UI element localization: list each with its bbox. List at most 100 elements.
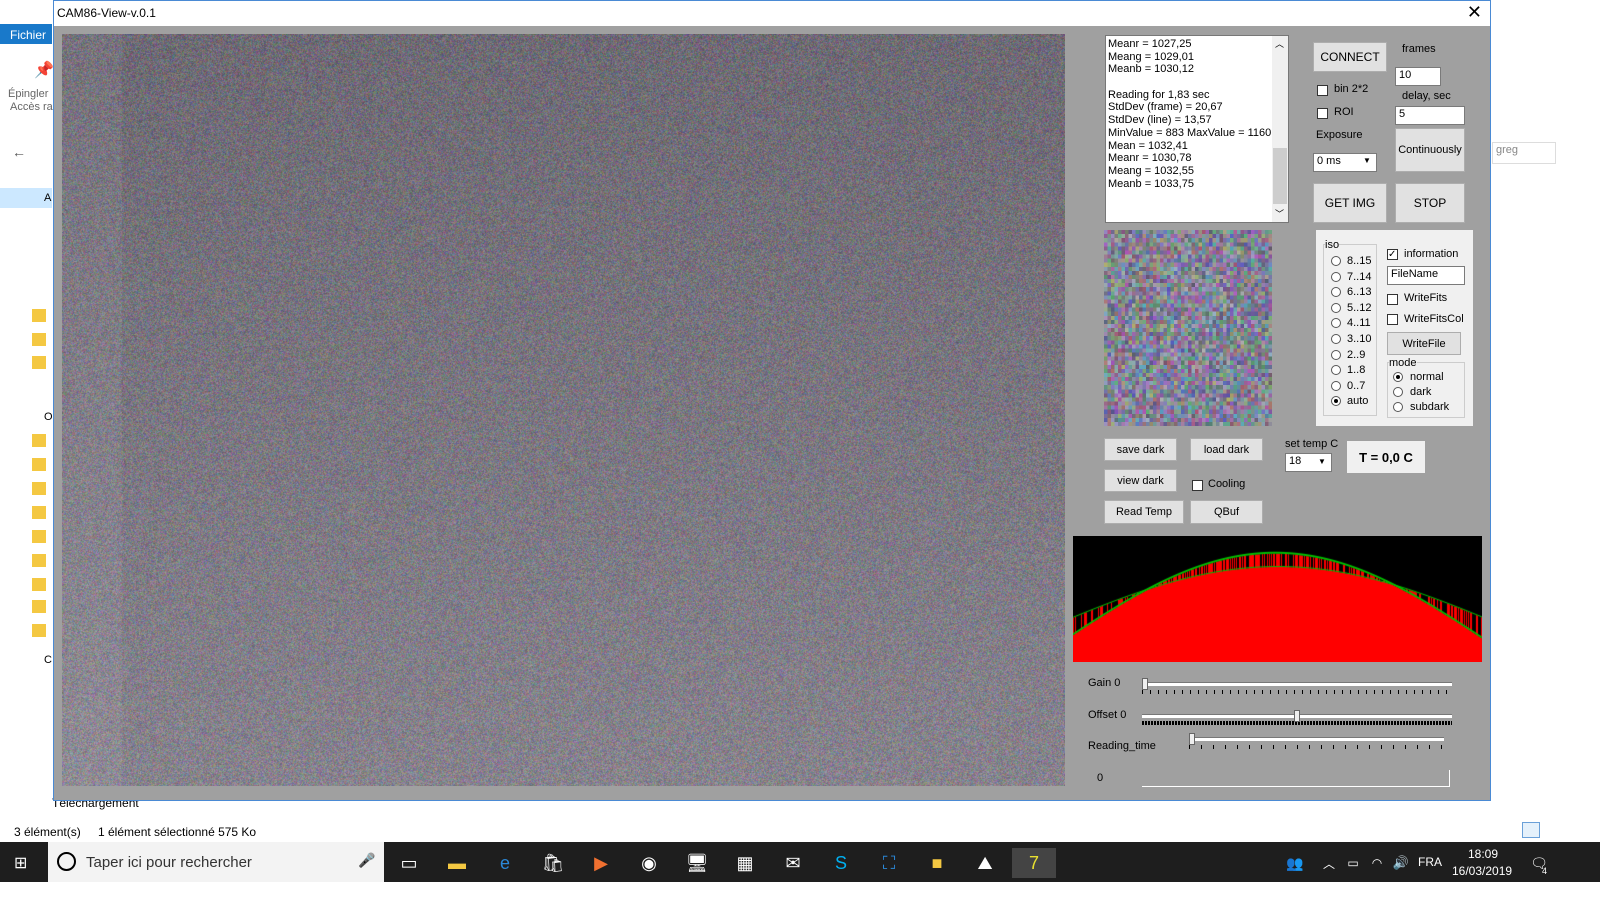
view-dark-button[interactable]: view dark bbox=[1104, 469, 1177, 492]
gain-slider-thumb[interactable] bbox=[1142, 678, 1148, 690]
store-icon[interactable]: 🛍 bbox=[538, 848, 568, 878]
reading-time-slider[interactable] bbox=[1189, 737, 1444, 741]
log-textbox[interactable]: Meanr = 1027,25 Meang = 1029,01 Meanb = 10… bbox=[1105, 35, 1289, 223]
offset-slider-thumb[interactable] bbox=[1294, 710, 1300, 722]
calculator-icon[interactable]: ▦ bbox=[730, 848, 760, 878]
iso-label: iso bbox=[1325, 239, 1339, 251]
iso-radio[interactable] bbox=[1331, 272, 1341, 282]
pin-label: Épingler bbox=[8, 88, 48, 100]
log-line: Meanb = 1030,12 bbox=[1108, 63, 1286, 76]
filename-input[interactable]: FileName bbox=[1387, 266, 1465, 285]
cooling-checkbox[interactable] bbox=[1192, 480, 1203, 491]
iso-option-label: auto bbox=[1347, 395, 1368, 407]
writefitscol-checkbox[interactable] bbox=[1387, 314, 1398, 325]
iso-option-label: 8..15 bbox=[1347, 255, 1371, 267]
scroll-thumb[interactable] bbox=[1273, 148, 1287, 204]
iso-radio[interactable] bbox=[1331, 334, 1341, 344]
scroll-up-icon[interactable]: ︿ bbox=[1275, 38, 1284, 51]
folder-icon bbox=[32, 333, 46, 346]
progress-label: 0 bbox=[1097, 772, 1103, 784]
explorer-search-input[interactable]: greg bbox=[1492, 142, 1556, 164]
clock-date[interactable]: 16/03/2019 bbox=[1452, 864, 1512, 878]
iso-radio[interactable] bbox=[1331, 350, 1341, 360]
chrome-icon[interactable]: ◉ bbox=[634, 848, 664, 878]
exposure-label: Exposure bbox=[1316, 129, 1362, 141]
save-dark-button[interactable]: save dark bbox=[1104, 438, 1177, 461]
taskbar-search[interactable]: Taper ici pour rechercher 🎤 bbox=[48, 842, 384, 882]
task-view-icon[interactable]: ▭ bbox=[394, 848, 424, 878]
writefits-label: WriteFits bbox=[1404, 292, 1447, 304]
notification-icon[interactable]: 🗨 bbox=[1524, 848, 1554, 878]
iso-option-label: 2..9 bbox=[1347, 349, 1365, 361]
cam86-taskbar-icon[interactable]: 7 bbox=[1012, 848, 1056, 878]
close-icon[interactable]: ✕ bbox=[1467, 2, 1482, 23]
gain-label: Gain 0 bbox=[1088, 677, 1120, 689]
microphone-icon[interactable]: 🎤 bbox=[358, 852, 375, 869]
edge-icon[interactable]: e bbox=[490, 848, 520, 878]
continuously-button[interactable]: Continuously bbox=[1395, 128, 1465, 172]
connect-button[interactable]: CONNECT bbox=[1313, 42, 1387, 72]
iso-radio[interactable] bbox=[1331, 303, 1341, 313]
load-dark-button[interactable]: load dark bbox=[1190, 438, 1263, 461]
screenshot-icon[interactable]: ⛶ bbox=[874, 848, 904, 878]
iso-option-label: 4..11 bbox=[1347, 317, 1371, 329]
mode-option-label: subdark bbox=[1410, 401, 1449, 413]
gain-slider[interactable] bbox=[1142, 682, 1452, 686]
writefile-button[interactable]: WriteFile bbox=[1387, 332, 1461, 355]
iso-option-label: 6..13 bbox=[1347, 286, 1371, 298]
log-line: StdDev (frame) = 20,67 bbox=[1108, 101, 1286, 114]
information-checkbox[interactable]: ✓ bbox=[1387, 249, 1398, 260]
volume-icon[interactable]: 🔊 bbox=[1386, 848, 1416, 878]
skype-icon[interactable]: S bbox=[826, 848, 856, 878]
remote-desktop-icon[interactable]: 🖥 bbox=[682, 848, 712, 878]
folder-icon bbox=[32, 356, 46, 369]
mode-radio[interactable] bbox=[1393, 387, 1403, 397]
title-bar[interactable]: CAM86-View-v.0.1 ✕ bbox=[54, 1, 1490, 26]
media-icon[interactable]: ▶ bbox=[586, 848, 616, 878]
access-label: Accès ra bbox=[10, 101, 53, 113]
chevron-down-icon[interactable]: ▼ bbox=[1363, 156, 1371, 165]
iso-radio[interactable] bbox=[1331, 256, 1341, 266]
log-line: StdDev (line) = 13,57 bbox=[1108, 114, 1286, 127]
get-img-button[interactable]: GET IMG bbox=[1313, 183, 1387, 223]
roi-label: ROI bbox=[1334, 106, 1354, 118]
writefits-checkbox[interactable] bbox=[1387, 294, 1398, 305]
qbuf-button[interactable]: QBuf bbox=[1190, 500, 1263, 524]
frames-spinner[interactable]: 10 bbox=[1395, 67, 1441, 86]
iso-option-label: 0..7 bbox=[1347, 380, 1365, 392]
file-explorer-icon[interactable]: ▬ bbox=[442, 848, 472, 878]
mode-radio[interactable] bbox=[1393, 402, 1403, 412]
frames-label: frames bbox=[1402, 43, 1436, 55]
stop-button[interactable]: STOP bbox=[1395, 183, 1465, 223]
explorer-menu-file[interactable]: Fichier bbox=[0, 24, 52, 44]
bin-checkbox[interactable] bbox=[1317, 85, 1328, 96]
details-view-icon[interactable] bbox=[1522, 822, 1540, 838]
iso-option-label: 5..12 bbox=[1347, 302, 1371, 314]
clock-time[interactable]: 18:09 bbox=[1468, 847, 1498, 861]
mode-label: mode bbox=[1389, 357, 1417, 369]
mode-radio[interactable] bbox=[1393, 372, 1403, 382]
reading-time-slider-thumb[interactable] bbox=[1189, 733, 1195, 745]
chevron-down-icon[interactable]: ▼ bbox=[1318, 457, 1326, 466]
log-scrollbar[interactable]: ︿ ﹀ bbox=[1272, 36, 1288, 222]
side-letter-c: C bbox=[44, 654, 52, 666]
read-temp-button[interactable]: Read Temp bbox=[1104, 500, 1184, 524]
app-icon[interactable]: ■ bbox=[922, 848, 952, 878]
back-arrow-icon[interactable]: ← bbox=[12, 144, 26, 160]
folder-icon bbox=[32, 309, 46, 322]
pin-icon: 📌 bbox=[34, 60, 54, 80]
scroll-down-icon[interactable]: ﹀ bbox=[1275, 208, 1284, 221]
people-icon[interactable]: 👥 bbox=[1280, 848, 1310, 878]
side-letter-a: A bbox=[44, 192, 51, 204]
mail-icon[interactable]: ✉ bbox=[778, 848, 808, 878]
delay-spinner[interactable]: 5 bbox=[1395, 106, 1465, 125]
photos-icon[interactable]: ⛰ bbox=[970, 848, 1000, 878]
iso-radio[interactable] bbox=[1331, 381, 1341, 391]
windows-start-icon[interactable]: ⊞ bbox=[14, 853, 27, 873]
log-line: Meanr = 1030,78 bbox=[1108, 152, 1286, 165]
roi-checkbox[interactable] bbox=[1317, 108, 1328, 119]
information-label: information bbox=[1404, 248, 1458, 260]
cooling-label: Cooling bbox=[1208, 478, 1245, 490]
language-indicator[interactable]: FRA bbox=[1418, 855, 1442, 869]
status-count: 3 élément(s) bbox=[14, 825, 81, 839]
